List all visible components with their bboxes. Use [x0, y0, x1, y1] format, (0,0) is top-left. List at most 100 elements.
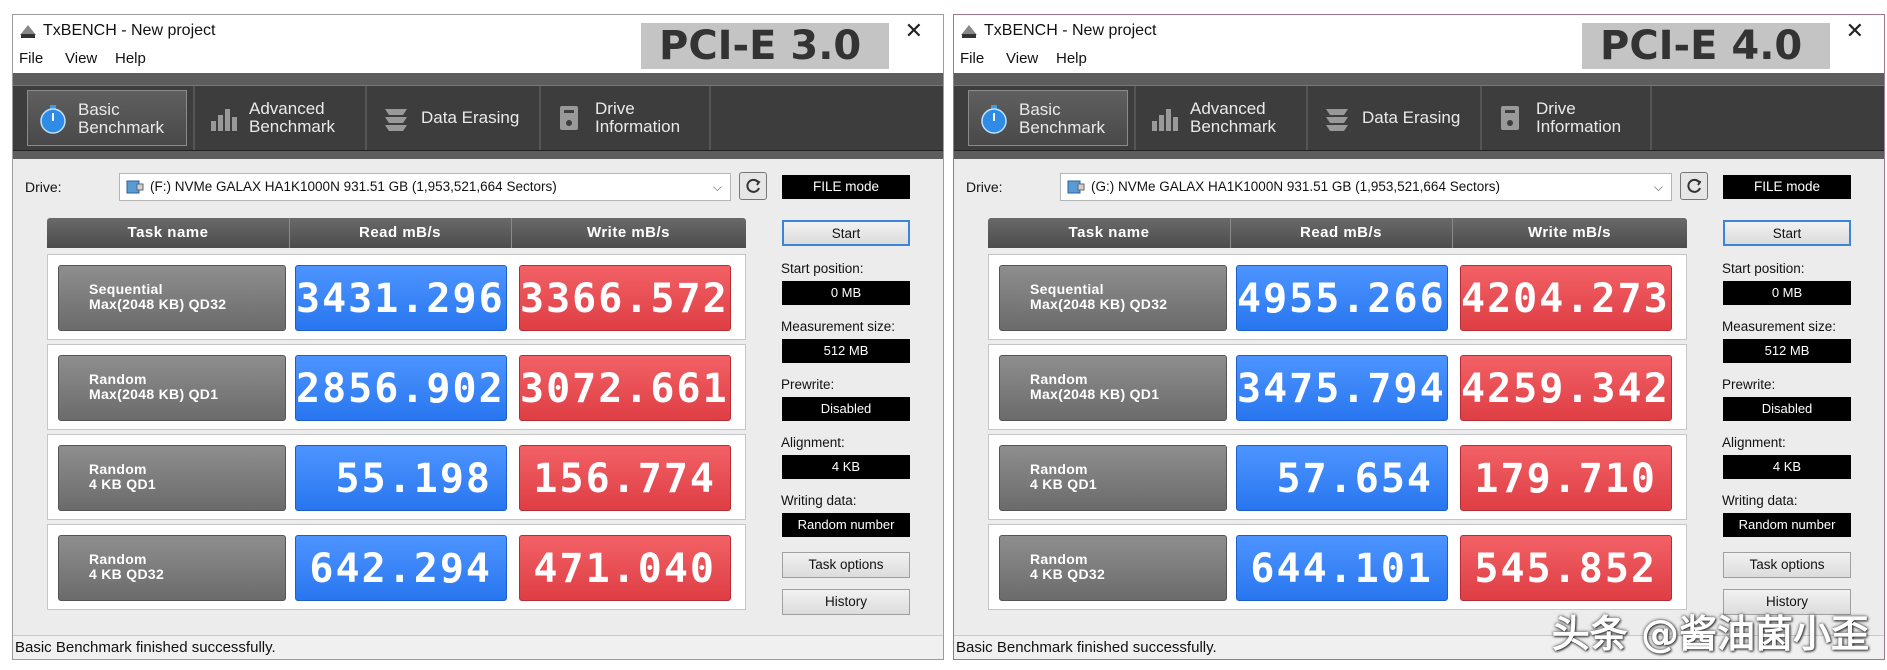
menu-file[interactable]: File — [960, 50, 984, 67]
results-header: Task name Read mB/s Write mB/s — [47, 218, 746, 248]
tab-basic-benchmark[interactable]: Basic Benchmark — [27, 90, 187, 146]
drive-icon — [1067, 180, 1085, 194]
start-position-value[interactable]: 0 MB — [1723, 281, 1851, 305]
task-button[interactable]: Random Max(2048 KB) QD1 — [999, 355, 1227, 421]
result-row: Random Max(2048 KB) QD1 2856.902 3072.66… — [47, 344, 746, 430]
menu-file[interactable]: File — [19, 50, 43, 67]
read-value: 4955.266 — [1236, 265, 1448, 331]
task-button[interactable]: Random Max(2048 KB) QD1 — [58, 355, 286, 421]
start-position-label: Start position: — [1722, 261, 1805, 276]
bar-chart-icon — [1152, 109, 1178, 131]
task-options-button[interactable]: Task options — [782, 552, 910, 578]
chevron-down-icon: ⌵ — [712, 180, 722, 194]
stopwatch-icon — [981, 105, 1007, 134]
write-value: 4259.342 — [1460, 355, 1672, 421]
close-icon[interactable]: ✕ — [1846, 18, 1864, 44]
task-button[interactable]: Random 4 KB QD32 — [58, 535, 286, 601]
drive-icon — [126, 180, 144, 194]
window-title: TxBENCH - New project — [984, 22, 1157, 39]
result-row: Random 4 KB QD32 644.101 545.852 — [988, 524, 1687, 610]
menu-view[interactable]: View — [65, 50, 97, 67]
txbench-window-pcie3: TxBENCH - New project ✕ PCI-E 3.0 File V… — [12, 14, 944, 660]
read-value: 3431.296 — [295, 265, 507, 331]
drive-value: (G:) NVMe GALAX HA1K1000N 931.51 GB (1,9… — [1091, 179, 1500, 194]
drive-label: Drive: — [966, 179, 1003, 195]
prewrite-label: Prewrite: — [1722, 377, 1776, 392]
task-button[interactable]: Sequential Max(2048 KB) QD32 — [999, 265, 1227, 331]
read-value: 644.101 — [1236, 535, 1448, 601]
write-value: 179.710 — [1460, 445, 1672, 511]
measurement-size-value[interactable]: 512 MB — [782, 339, 910, 363]
file-mode-indicator: FILE mode — [782, 175, 910, 199]
measurement-size-value[interactable]: 512 MB — [1723, 339, 1851, 363]
erase-icon — [1326, 109, 1348, 131]
result-row: Sequential Max(2048 KB) QD32 4955.266 42… — [988, 254, 1687, 340]
tab-advanced-benchmark[interactable]: Advanced Benchmark — [1140, 90, 1300, 146]
tab-basic-benchmark[interactable]: Basic Benchmark — [968, 90, 1128, 146]
prewrite-value[interactable]: Disabled — [782, 397, 910, 421]
drive-info-icon — [560, 106, 578, 130]
app-icon — [961, 25, 977, 38]
task-button[interactable]: Random 4 KB QD1 — [58, 445, 286, 511]
task-button[interactable]: Sequential Max(2048 KB) QD32 — [58, 265, 286, 331]
start-button[interactable]: Start — [1723, 220, 1851, 246]
tab-data-erasing[interactable]: Data Erasing — [1312, 90, 1476, 146]
window-title: TxBENCH - New project — [43, 22, 216, 39]
write-value: 3072.661 — [519, 355, 731, 421]
menu-help[interactable]: Help — [1056, 50, 1087, 67]
watermark: 头条 @酱油菌小歪 — [1551, 612, 1869, 656]
stopwatch-icon — [40, 105, 66, 134]
header-task-name: Task name — [1068, 224, 1150, 241]
task-options-button[interactable]: Task options — [1723, 552, 1851, 578]
drive-info-icon — [1501, 106, 1519, 130]
prewrite-label: Prewrite: — [781, 377, 835, 392]
status-bar: Basic Benchmark finished successfully. — [13, 635, 943, 659]
write-value: 156.774 — [519, 445, 731, 511]
result-row: Random 4 KB QD32 642.294 471.040 — [47, 524, 746, 610]
results-header: Task name Read mB/s Write mB/s — [988, 218, 1687, 248]
read-value: 642.294 — [295, 535, 507, 601]
tab-drive-information[interactable]: Drive Information — [1486, 90, 1646, 146]
writing-data-value[interactable]: Random number — [1723, 513, 1851, 537]
alignment-label: Alignment: — [1722, 435, 1786, 450]
write-value: 3366.572 — [519, 265, 731, 331]
header-task-name: Task name — [127, 224, 209, 241]
bar-chart-icon — [211, 109, 237, 131]
tab-advanced-benchmark[interactable]: Advanced Benchmark — [199, 90, 359, 146]
result-row: Random 4 KB QD1 55.198 156.774 — [47, 434, 746, 520]
result-row: Random Max(2048 KB) QD1 3475.794 4259.34… — [988, 344, 1687, 430]
prewrite-value[interactable]: Disabled — [1723, 397, 1851, 421]
alignment-label: Alignment: — [781, 435, 845, 450]
task-button[interactable]: Random 4 KB QD1 — [999, 445, 1227, 511]
menu-help[interactable]: Help — [115, 50, 146, 67]
write-value: 545.852 — [1460, 535, 1672, 601]
menu-view[interactable]: View — [1006, 50, 1038, 67]
drive-select[interactable]: (G:) NVMe GALAX HA1K1000N 931.51 GB (1,9… — [1060, 173, 1672, 201]
pci-badge: PCI-E 3.0 — [641, 23, 889, 69]
alignment-value[interactable]: 4 KB — [1723, 455, 1851, 479]
history-button[interactable]: History — [782, 589, 910, 615]
refresh-button[interactable] — [739, 172, 767, 200]
header-read: Read mB/s — [358, 224, 442, 241]
writing-data-label: Writing data: — [781, 493, 857, 508]
chevron-down-icon: ⌵ — [1653, 180, 1663, 194]
tab-drive-information[interactable]: Drive Information — [545, 90, 705, 146]
measurement-size-label: Measurement size: — [781, 319, 896, 334]
refresh-button[interactable] — [1680, 172, 1708, 200]
refresh-icon — [746, 178, 761, 193]
start-button[interactable]: Start — [782, 220, 910, 246]
file-mode-indicator: FILE mode — [1723, 175, 1851, 199]
drive-select[interactable]: (F:) NVMe GALAX HA1K1000N 931.51 GB (1,9… — [119, 173, 731, 201]
task-button[interactable]: Random 4 KB QD32 — [999, 535, 1227, 601]
read-value: 2856.902 — [295, 355, 507, 421]
start-position-value[interactable]: 0 MB — [782, 281, 910, 305]
close-icon[interactable]: ✕ — [905, 18, 923, 44]
alignment-value[interactable]: 4 KB — [782, 455, 910, 479]
tab-data-erasing[interactable]: Data Erasing — [371, 90, 535, 146]
result-row: Random 4 KB QD1 57.654 179.710 — [988, 434, 1687, 520]
writing-data-value[interactable]: Random number — [782, 513, 910, 537]
start-position-label: Start position: — [781, 261, 864, 276]
header-write: Write mB/s — [586, 224, 671, 241]
write-value: 4204.273 — [1460, 265, 1672, 331]
drive-value: (F:) NVMe GALAX HA1K1000N 931.51 GB (1,9… — [150, 179, 557, 194]
